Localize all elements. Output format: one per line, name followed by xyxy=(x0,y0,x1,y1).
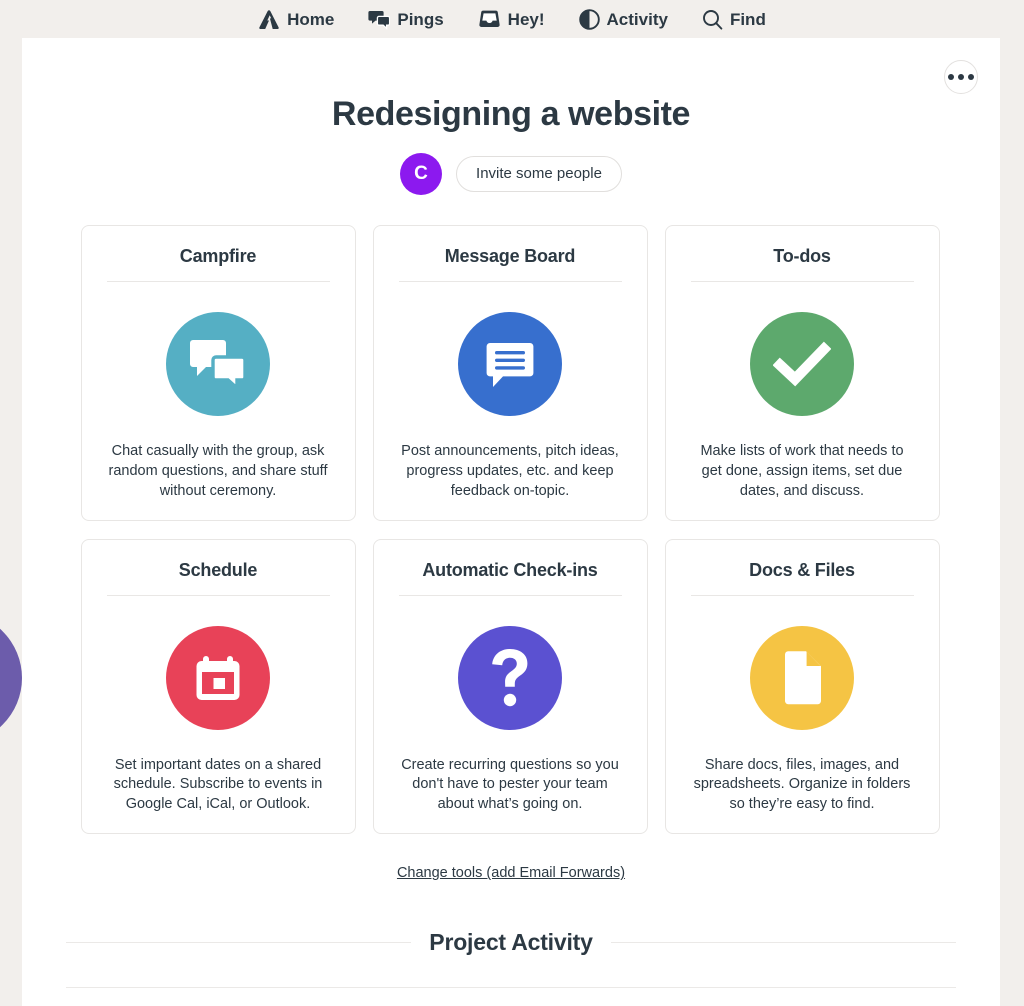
tool-card-message-board[interactable]: Message Board Post announcements, pitch … xyxy=(372,225,648,521)
nav-item-label: Hey! xyxy=(507,9,545,29)
tool-description: Share docs, files, images, and spreadshe… xyxy=(693,756,911,813)
tool-card-to-dos[interactable]: To-dos Make lists of work that needs to … xyxy=(664,225,940,521)
tool-divider xyxy=(690,281,914,282)
tool-card-docs-and-files[interactable]: Docs & Files Share docs, files, images, … xyxy=(664,538,940,835)
tool-divider xyxy=(398,594,622,596)
message-lines-icon xyxy=(458,312,562,416)
tool-title: Schedule xyxy=(178,559,258,580)
tools-grid: Campfire Chat casually with the group, a… xyxy=(80,225,942,835)
invite-people-button[interactable]: Invite some people xyxy=(456,155,622,193)
tool-title: Docs & Files xyxy=(749,559,855,580)
tool-title: Automatic Check-ins xyxy=(422,559,598,580)
nav-item-label: Find xyxy=(729,9,766,29)
heading-rule-right xyxy=(610,942,956,944)
tool-title: Campfire xyxy=(179,246,257,266)
project-activity-heading: Project Activity xyxy=(66,929,956,956)
change-tools-row: Change tools (add Email Forwards) xyxy=(22,864,1000,882)
kebab-dot xyxy=(948,74,954,80)
nav-item-label: Pings xyxy=(397,9,444,29)
pie-clock-icon xyxy=(578,8,600,30)
chat-bubbles-icon xyxy=(368,9,391,30)
tool-card-campfire[interactable]: Campfire Chat casually with the group, a… xyxy=(80,225,356,521)
checkmark-icon xyxy=(750,312,854,416)
project-activity-label: Project Activity xyxy=(429,929,593,956)
nav-item-pings[interactable]: Pings xyxy=(368,9,444,30)
heading-rule-left xyxy=(66,942,412,944)
more-options-button[interactable] xyxy=(944,60,978,94)
calendar-icon xyxy=(166,625,270,730)
speech-bubbles-icon xyxy=(166,312,270,416)
tool-title: Message Board xyxy=(444,246,576,266)
nav-item-hey[interactable]: Hey! xyxy=(478,9,545,29)
decorative-purple-circle xyxy=(0,612,22,744)
tool-divider xyxy=(690,594,914,596)
tool-description: Set important dates on a shared schedule… xyxy=(113,756,323,813)
project-content-panel: Redesigning a website C Invite some peop… xyxy=(22,38,1000,1006)
tool-title: To-dos xyxy=(773,246,831,266)
inbox-tray-icon xyxy=(478,9,501,29)
avatar[interactable]: C xyxy=(400,153,443,195)
people-row: C Invite some people xyxy=(22,153,1000,195)
nav-item-find[interactable]: Find xyxy=(702,9,766,30)
tent-icon xyxy=(258,9,280,30)
page-title: Redesigning a website xyxy=(331,95,691,133)
nav-item-activity[interactable]: Activity xyxy=(578,8,668,30)
tool-description: Chat casually with the group, ask random… xyxy=(108,443,328,499)
kebab-dot xyxy=(958,74,964,80)
tool-divider xyxy=(106,594,330,596)
tool-divider xyxy=(106,281,330,282)
nav-item-label: Home xyxy=(287,9,335,29)
tool-description: Post announcements, pitch ideas, progres… xyxy=(401,443,619,499)
tool-card-schedule[interactable]: Schedule Set important dates on a shared… xyxy=(80,538,356,835)
magnifier-icon xyxy=(702,9,723,30)
tool-description: Make lists of work that needs to get don… xyxy=(700,443,904,499)
change-tools-link[interactable]: Change tools (add Email Forwards) xyxy=(397,865,625,881)
tool-description: Create recurring questions so you don't … xyxy=(401,756,619,813)
nav-item-label: Activity xyxy=(606,9,668,29)
question-mark-icon xyxy=(458,625,562,730)
nav-item-home[interactable]: Home xyxy=(258,9,334,30)
activity-divider xyxy=(66,987,956,989)
tool-divider xyxy=(398,281,622,282)
top-navigation: Home Pings Hey! Activity Find xyxy=(0,0,1024,38)
tool-card-automatic-check-ins[interactable]: Automatic Check-ins Create recurring que… xyxy=(372,538,648,835)
document-icon xyxy=(750,625,854,730)
kebab-dot xyxy=(968,74,974,80)
